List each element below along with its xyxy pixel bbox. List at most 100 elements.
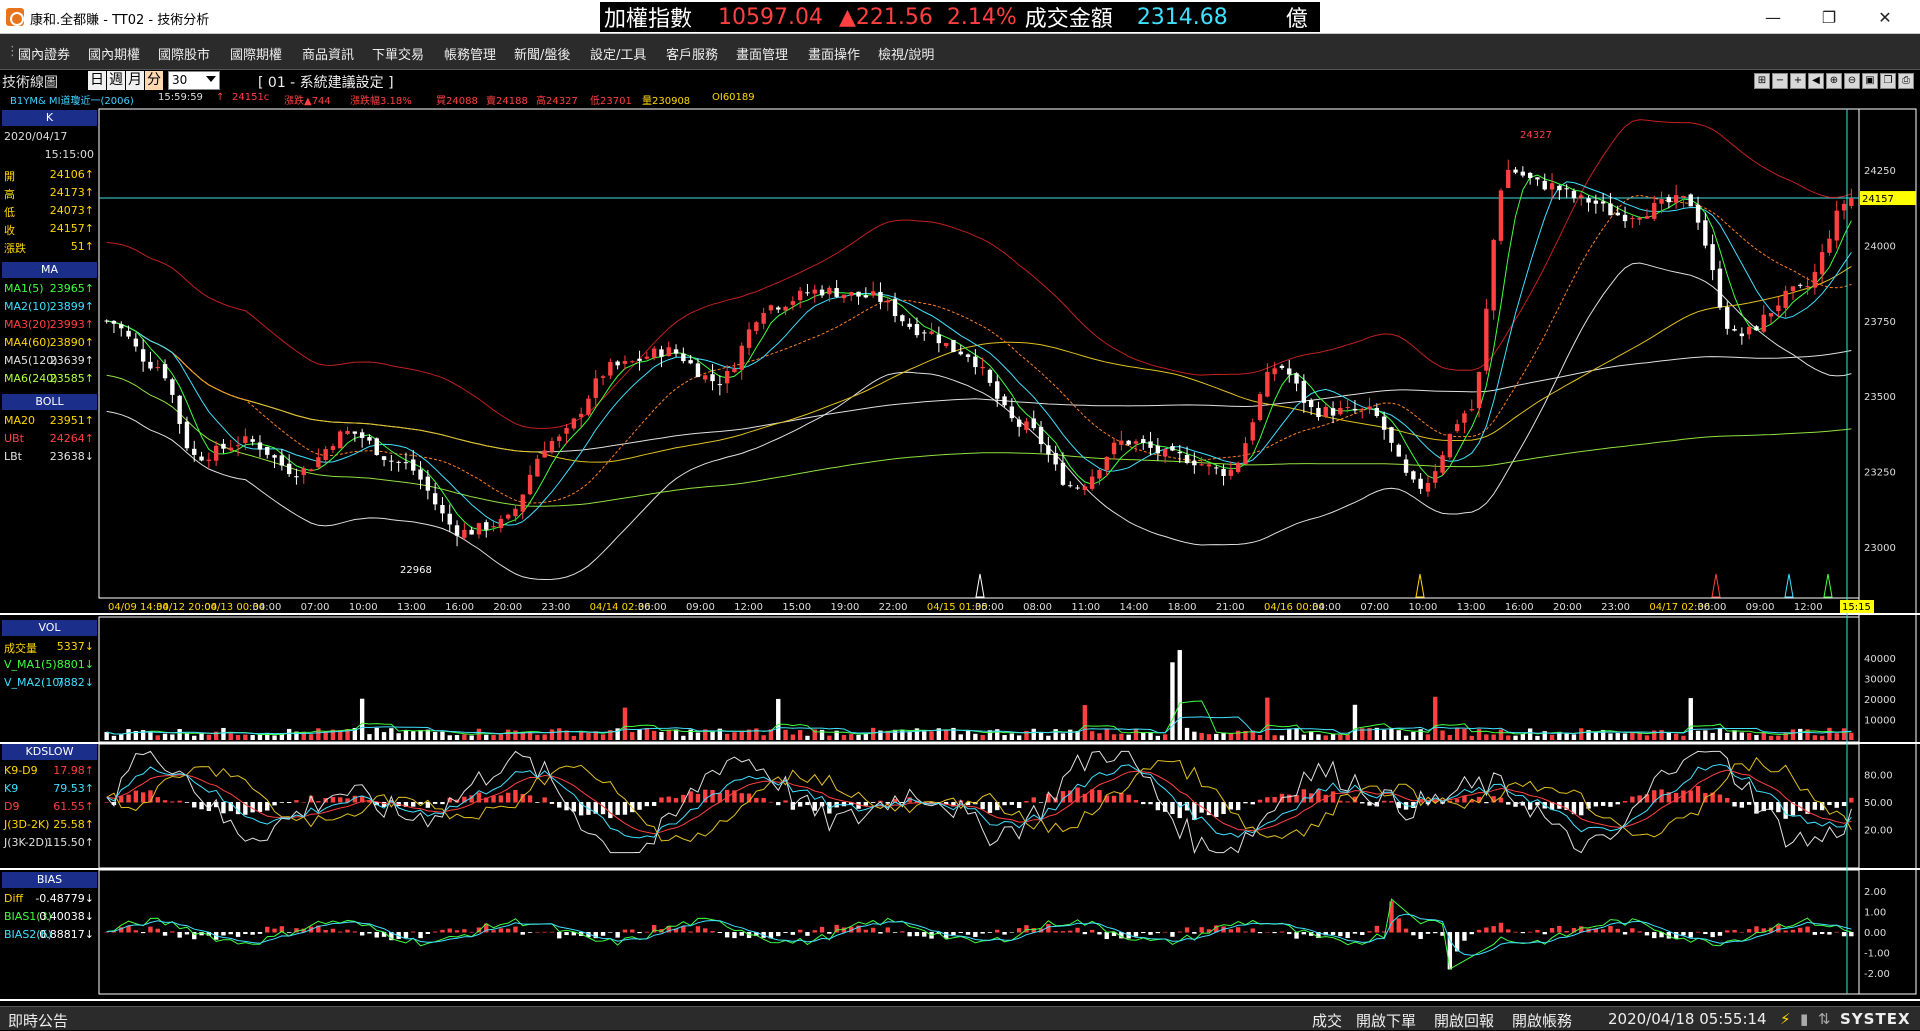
minimize-button[interactable]: — bbox=[1750, 0, 1796, 34]
kd-pane[interactable] bbox=[98, 743, 1860, 869]
price-pane[interactable] bbox=[98, 108, 1860, 599]
bias-diff-bar bbox=[1250, 928, 1255, 933]
candle-body bbox=[1214, 467, 1219, 469]
kd-diff-bar bbox=[958, 800, 963, 803]
candle-body bbox=[1002, 396, 1007, 406]
kd-diff-bar bbox=[389, 799, 394, 803]
kd-diff-bar bbox=[557, 802, 562, 808]
candle-body bbox=[1294, 373, 1299, 384]
candle-body bbox=[863, 295, 869, 298]
open-account-button[interactable]: 開啟帳務 bbox=[1512, 1010, 1572, 1031]
volume-bar bbox=[1476, 729, 1482, 740]
volume-bar bbox=[330, 729, 336, 740]
volume-bar bbox=[900, 730, 905, 740]
kd-diff-bar bbox=[1798, 802, 1803, 811]
volume-bar bbox=[1557, 731, 1562, 740]
volume-bar bbox=[1695, 730, 1701, 740]
close-button[interactable]: ✕ bbox=[1862, 0, 1908, 34]
open-report-button[interactable]: 開啟回報 bbox=[1434, 1010, 1494, 1031]
volume-bar bbox=[418, 730, 423, 740]
volume-bar bbox=[1345, 734, 1350, 740]
vma1-label: V_MA1(5) bbox=[4, 658, 57, 671]
menu-item-quotes[interactable]: 商品資訊 bbox=[302, 44, 354, 63]
candle-body bbox=[243, 436, 248, 444]
print-icon[interactable]: ⎙ bbox=[1898, 73, 1914, 89]
menu-item-trading[interactable]: 下單交易 bbox=[372, 44, 424, 63]
kd-diff-bar bbox=[608, 802, 613, 819]
bias-diff-bar bbox=[1695, 931, 1701, 933]
zoom-out-h-icon[interactable]: − bbox=[1772, 73, 1788, 89]
candle-body bbox=[1659, 199, 1664, 204]
bias-diff-bar bbox=[841, 927, 847, 933]
volume-pane[interactable] bbox=[98, 616, 1860, 743]
volume-bar bbox=[323, 731, 328, 740]
volume-bar bbox=[206, 734, 212, 740]
menu-item-news[interactable]: 新聞/盤後 bbox=[514, 44, 570, 63]
strategy-label[interactable]: [ 01 - 系統建議設定 ] bbox=[258, 72, 394, 92]
menu-item-intl-futures[interactable]: 國際期權 bbox=[230, 44, 282, 63]
kd-diff-bar bbox=[783, 800, 788, 803]
period-tab-week[interactable]: 週 bbox=[107, 71, 125, 90]
kd-diff-bar bbox=[1849, 797, 1854, 803]
open-order-button[interactable]: 開啟下單 bbox=[1356, 1010, 1416, 1031]
announcement-link[interactable]: 即時公告 bbox=[8, 1010, 68, 1031]
quote-time: 15:59:59 bbox=[158, 92, 203, 103]
menu-item-service[interactable]: 客戶服務 bbox=[666, 44, 718, 63]
candle-body bbox=[1396, 444, 1401, 457]
copy-icon[interactable]: ❐ bbox=[1880, 73, 1896, 89]
candle-body bbox=[724, 370, 730, 384]
time-axis-label: 15:00 bbox=[782, 602, 811, 613]
zoom-out-icon[interactable]: ⊖ bbox=[1844, 73, 1860, 89]
menu-item-view-help[interactable]: 檢視/說明 bbox=[878, 44, 934, 63]
candle-body bbox=[338, 431, 343, 449]
ma3-line bbox=[106, 194, 1852, 504]
chart-area[interactable]: 24327 22968 24250 24000 23750 23500 23250 2300… bbox=[0, 0, 1920, 1030]
ma2-value: 23899↑ bbox=[49, 300, 94, 313]
candle-body bbox=[922, 332, 927, 334]
kd-diff-bar bbox=[1170, 802, 1175, 815]
chevron-down-icon[interactable] bbox=[206, 76, 216, 82]
maximize-button[interactable]: ❐ bbox=[1806, 0, 1852, 34]
bias-diff-bar bbox=[761, 932, 766, 938]
kd-diff-bar bbox=[199, 802, 204, 810]
zoom-in-h-icon[interactable]: + bbox=[1790, 73, 1806, 89]
menu-item-screen-mgmt[interactable]: 畫面管理 bbox=[736, 44, 788, 63]
kd-diff-bar bbox=[1060, 791, 1066, 803]
menu-item-accounts[interactable]: 帳務管理 bbox=[444, 44, 496, 63]
bias-diff-bar bbox=[1542, 932, 1547, 935]
kd-diff-bar bbox=[1221, 802, 1226, 815]
scroll-left-icon[interactable]: ◀ bbox=[1808, 73, 1824, 89]
crosshair-icon[interactable]: ⊞ bbox=[1754, 73, 1770, 89]
menu-item-settings[interactable]: 設定/工具 bbox=[590, 44, 646, 63]
candle-body bbox=[703, 375, 708, 380]
bias-diff-bar bbox=[1827, 932, 1832, 935]
menu-item-domestic-securities[interactable]: 國內證券 bbox=[18, 44, 70, 63]
bias-diff-bar bbox=[1819, 932, 1825, 934]
kd-diff-bar bbox=[1710, 792, 1715, 803]
candle-body bbox=[688, 360, 693, 364]
d9-line bbox=[106, 769, 1852, 835]
volume-bar bbox=[1330, 734, 1336, 740]
period-tab-day[interactable]: 日 bbox=[88, 71, 106, 90]
menu-item-screen-ops[interactable]: 畫面操作 bbox=[808, 44, 860, 63]
menu-item-domestic-futures[interactable]: 國內期權 bbox=[88, 44, 140, 63]
alert-icon[interactable]: ⚡ bbox=[1780, 1010, 1791, 1028]
kd-diff-bar bbox=[505, 792, 511, 803]
bias-diff-bar bbox=[1630, 928, 1635, 933]
candle-body bbox=[1038, 426, 1044, 445]
bias-pane[interactable] bbox=[98, 869, 1860, 995]
panel-header-bias: BIAS bbox=[2, 872, 97, 888]
bias-diff-bar bbox=[345, 929, 350, 933]
menu-item-intl-stocks[interactable]: 國際股市 bbox=[158, 44, 210, 63]
candle-body bbox=[1075, 487, 1080, 489]
period-tab-minute[interactable]: 分 bbox=[145, 71, 163, 90]
k9-value: 79.53↑ bbox=[53, 782, 94, 795]
save-icon[interactable]: ▣ bbox=[1862, 73, 1878, 89]
bias-diff-bar bbox=[1294, 932, 1299, 939]
kd-diff-bar bbox=[768, 801, 774, 803]
kd-diff-bar bbox=[520, 794, 525, 803]
status-trade[interactable]: 成交 bbox=[1312, 1010, 1342, 1031]
volume-bar bbox=[338, 730, 343, 740]
zoom-in-icon[interactable]: ⊕ bbox=[1826, 73, 1842, 89]
period-tab-month[interactable]: 月 bbox=[126, 71, 144, 90]
